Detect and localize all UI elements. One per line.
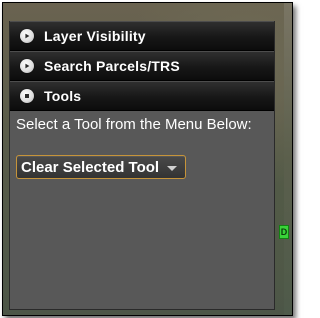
- play-arrow-icon: [20, 59, 34, 73]
- accordion-tools[interactable]: Tools: [10, 81, 274, 111]
- tools-content: Select a Tool from the Menu Below: Clear…: [10, 111, 274, 179]
- accordion-layer-visibility[interactable]: Layer Visibility: [10, 21, 274, 51]
- accordion-label: Layer Visibility: [44, 28, 146, 44]
- map-marker[interactable]: D: [279, 225, 289, 239]
- tool-dropdown[interactable]: Clear Selected Tool: [16, 155, 187, 179]
- tools-prompt: Select a Tool from the Menu Below:: [16, 116, 252, 133]
- side-panel: Layer Visibility Search Parcels/TRS Tool…: [9, 21, 275, 310]
- accordion-search-parcels[interactable]: Search Parcels/TRS: [10, 51, 274, 81]
- tool-dropdown-value: Clear Selected Tool: [21, 158, 160, 176]
- screenshot-frame: D Layer Visibility Search Parcels/TRS To…: [2, 2, 293, 316]
- accordion-label: Tools: [44, 88, 82, 104]
- accordion-label: Search Parcels/TRS: [44, 58, 180, 74]
- stop-square-icon: [20, 89, 34, 103]
- play-arrow-icon: [20, 29, 34, 43]
- caret-down-icon: [167, 165, 178, 171]
- map-edge[interactable]: [284, 3, 292, 315]
